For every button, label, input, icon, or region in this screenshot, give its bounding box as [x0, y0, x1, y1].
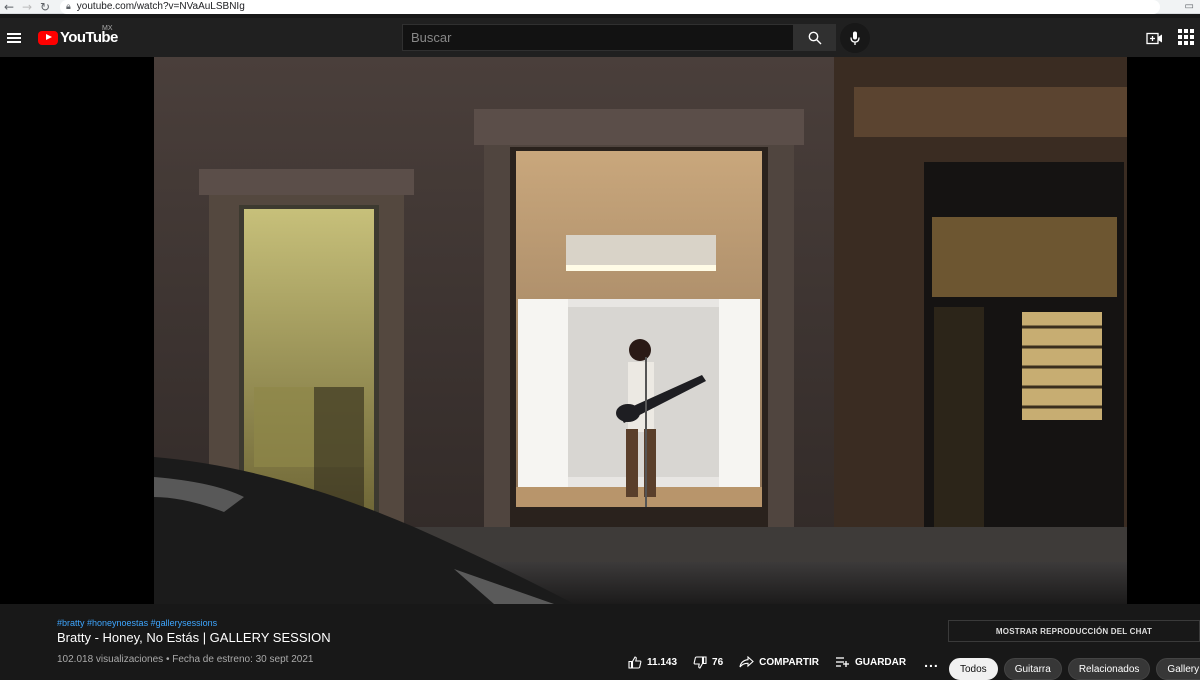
video-title: Bratty - Honey, No Estás | GALLERY SESSI…	[57, 630, 331, 645]
country-code: MX	[102, 25, 113, 32]
share-button[interactable]: COMPARTIR	[739, 656, 819, 668]
video-actions: 11.143 76 COMPARTIR GUARDAR ...	[628, 654, 939, 670]
chip-all[interactable]: Todos	[949, 658, 998, 680]
thumbs-up-icon	[628, 655, 642, 669]
chip-gallery[interactable]: Gallery S	[1156, 658, 1200, 680]
apps-grid-icon[interactable]	[1178, 29, 1194, 45]
back-arrow-icon[interactable]: ←	[0, 0, 18, 14]
search-button[interactable]	[794, 24, 836, 51]
video-frame[interactable]	[154, 57, 1127, 604]
url-text: youtube.com/watch?v=NVaAuLSBNIg	[76, 1, 245, 12]
playlist-add-icon	[835, 657, 849, 667]
browser-toolbar: ← → ↻ 🔒︎ youtube.com/watch?v=NVaAuLSBNIg…	[0, 0, 1200, 14]
save-label: GUARDAR	[854, 656, 907, 668]
youtube-logo[interactable]: YouTube MX	[38, 25, 118, 46]
thumbs-down-icon	[693, 655, 707, 669]
video-info-section: #bratty #honeynoestas #gallerysessions B…	[0, 604, 1200, 680]
voice-search-button[interactable]	[840, 23, 870, 53]
video-hashtags[interactable]: #bratty #honeynoestas #gallerysessions	[57, 618, 217, 628]
more-actions-button[interactable]: ...	[924, 654, 939, 670]
search-input[interactable]	[402, 24, 794, 51]
show-chat-replay-button[interactable]: MOSTRAR REPRODUCCIÓN DEL CHAT	[948, 620, 1200, 642]
video-camera-plus-icon	[1145, 32, 1162, 44]
like-button[interactable]: 11.143	[628, 655, 678, 669]
dislike-button[interactable]: 76	[693, 655, 724, 669]
search-icon	[808, 31, 822, 44]
search-bar	[402, 24, 836, 51]
video-still-image	[154, 57, 1127, 604]
chip-related[interactable]: Relacionados	[1067, 658, 1151, 680]
youtube-play-logo-icon	[38, 30, 58, 45]
related-filter-chips: Todos Guitarra Relacionados Gallery S	[949, 658, 1200, 680]
hamburger-menu-icon[interactable]	[7, 32, 21, 43]
chip-guitar[interactable]: Guitarra	[1003, 658, 1062, 680]
address-bar[interactable]: 🔒︎ youtube.com/watch?v=NVaAuLSBNIg	[60, 0, 1160, 14]
create-video-button[interactable]	[1144, 28, 1164, 48]
youtube-header: YouTube MX	[0, 18, 1200, 57]
reload-icon[interactable]: ↻	[36, 0, 54, 14]
forward-arrow-icon[interactable]: →	[18, 0, 36, 14]
video-meta: 102.018 visualizaciones • Fecha de estre…	[57, 654, 314, 665]
share-arrow-icon	[739, 656, 754, 668]
share-label: COMPARTIR	[759, 656, 819, 668]
microphone-icon	[850, 31, 860, 45]
save-button[interactable]: GUARDAR	[835, 656, 906, 668]
video-player[interactable]	[0, 57, 1200, 604]
cast-icon[interactable]: ▭	[1185, 1, 1194, 12]
like-count: 11.143	[647, 656, 678, 668]
dislike-count: 76	[712, 656, 724, 668]
lock-icon: 🔒︎	[66, 1, 71, 12]
